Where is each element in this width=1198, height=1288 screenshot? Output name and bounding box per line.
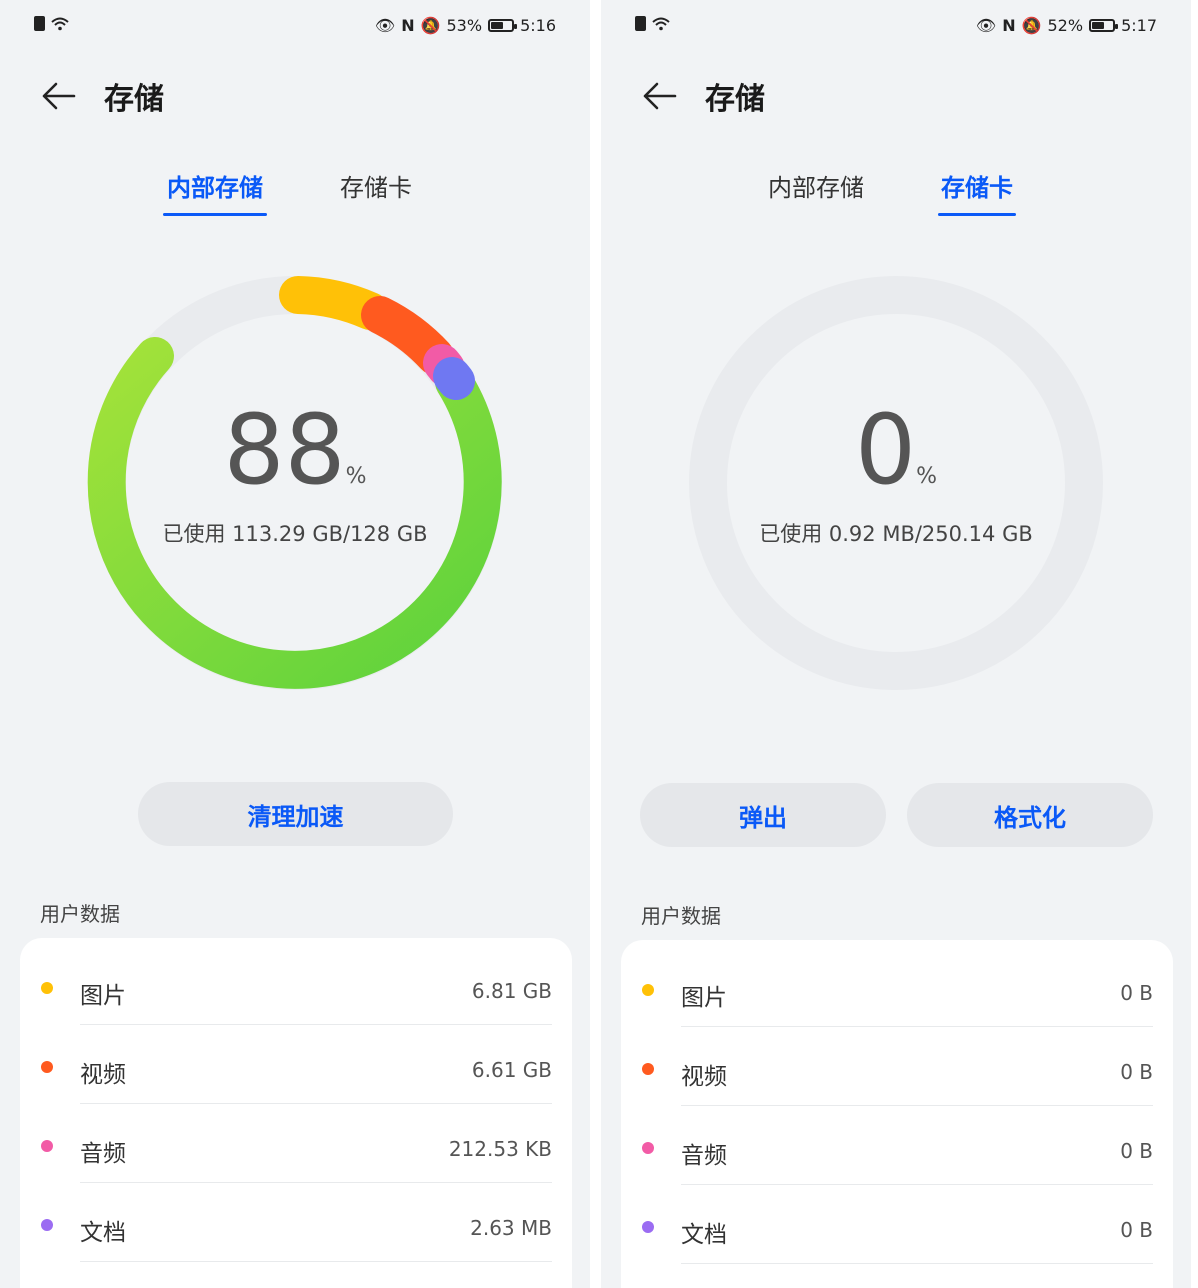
tab-label: 内部存储 [768,174,864,202]
documents-dot-icon [642,1221,654,1233]
usage-ring: 88% 已使用 113.29 GB/128 GB [80,268,510,698]
list-item-audio[interactable]: 音频 212.53 KB [20,1104,572,1183]
wifi-icon [652,17,670,30]
list-item-videos[interactable]: 视频 6.61 GB [20,1025,572,1104]
format-button[interactable]: 格式化 [907,783,1153,847]
storage-tabs: 内部存储 存储卡 [601,168,1191,218]
list-item-audio[interactable]: 音频 0 B [621,1106,1173,1185]
battery-percent: 52% [1047,16,1084,35]
screens-container: 👁 N 🔕 53% 5:16 存储 内部存储 存储卡 88% 已使用 113.2… [0,0,1198,1288]
list-item-value: 6.81 GB [471,979,552,1003]
usage-used-text: 已使用 113.29 GB/128 GB [162,522,428,546]
status-bar: 👁 N 🔕 52% 5:17 [601,14,1191,40]
audio-dot-icon [41,1140,53,1152]
tab-memory-card[interactable]: 存储卡 [938,168,1016,216]
usage-used-text: 已使用 0.92 MB/250.14 GB [759,522,1033,546]
back-button[interactable] [639,76,679,116]
ring-segment-videos [361,296,454,375]
list-item-label: 文档 [681,1222,727,1248]
tab-active-indicator [938,213,1016,216]
list-item-value: 0 B [1120,1060,1153,1084]
audio-dot-icon [642,1142,654,1154]
page-title: 存储 [705,82,765,117]
videos-dot-icon [41,1061,53,1073]
battery-icon [488,19,518,32]
internal-storage-screen: 👁 N 🔕 53% 5:16 存储 内部存储 存储卡 88% 已使用 113.2… [0,0,590,1288]
list-item-label: 图片 [681,985,727,1011]
battery-fill [491,22,503,29]
list-item-value: 0 B [1120,1218,1153,1242]
list-item-documents[interactable]: 文档 0 B [621,1185,1173,1264]
battery-fill [1092,22,1104,29]
nfc-icon: N [401,16,415,35]
battery-percent: 53% [446,16,483,35]
list-item-value: 6.61 GB [471,1058,552,1082]
tab-active-indicator [163,213,267,216]
usage-percent-number: 88 [223,394,346,506]
tab-label: 内部存储 [167,174,263,202]
list-item-value: 0 B [1120,981,1153,1005]
section-label-user-data: 用户数据 [641,904,721,928]
user-data-list: 图片 6.81 GB 视频 6.61 GB 音频 212.53 KB 文档 2.… [20,938,572,1288]
storage-tabs: 内部存储 存储卡 [0,168,590,218]
battery-icon [1089,19,1119,32]
list-item-value: 212.53 KB [448,1137,552,1161]
tab-label: 存储卡 [941,174,1013,202]
usage-percent: 88% [80,400,510,500]
list-item-value: 2.63 MB [470,1216,552,1240]
tab-memory-card[interactable]: 存储卡 [337,168,415,203]
list-item-label: 文档 [80,1220,126,1246]
images-dot-icon [41,982,53,994]
back-arrow-icon [42,82,76,110]
eject-button[interactable]: 弹出 [640,783,886,847]
images-dot-icon [642,984,654,996]
videos-dot-icon [642,1063,654,1075]
list-item-documents[interactable]: 文档 2.63 MB [20,1183,572,1262]
ring-segment-images [279,276,389,330]
list-item-label: 视频 [80,1062,126,1088]
row-divider [80,1261,552,1262]
clean-up-button[interactable]: 清理加速 [138,782,453,846]
list-item-label: 音频 [681,1143,727,1169]
section-label-user-data: 用户数据 [40,902,120,926]
eye-icon: 👁 [975,16,997,35]
wifi-icon [51,17,69,30]
memory-card-screen: 👁 N 🔕 52% 5:17 存储 内部存储 存储卡 0% 已使用 0.92 M… [601,0,1191,1288]
tab-label: 存储卡 [340,174,412,202]
usage-percent-sign: % [345,464,367,489]
documents-dot-icon [41,1219,53,1231]
back-button[interactable] [38,76,78,116]
eye-icon: 👁 [374,16,396,35]
mute-icon: 🔕 [420,16,441,35]
status-bar: 👁 N 🔕 53% 5:16 [0,14,590,40]
status-time: 5:16 [520,16,556,35]
list-item-label: 视频 [681,1064,727,1090]
ring-segment-documents [433,357,475,400]
tab-internal-storage[interactable]: 内部存储 [764,168,868,203]
sim-icon [635,16,646,31]
list-item-images[interactable]: 图片 6.81 GB [20,946,572,1025]
page-header: 存储 [639,70,765,122]
list-item-label: 图片 [80,983,126,1009]
nfc-icon: N [1002,16,1016,35]
usage-percent-number: 0 [855,394,917,506]
sim-icon [34,16,45,31]
status-time: 5:17 [1121,16,1157,35]
list-item-images[interactable]: 图片 0 B [621,948,1173,1027]
user-data-list: 图片 0 B 视频 0 B 音频 0 B 文档 0 B [621,940,1173,1288]
list-item-label: 音频 [80,1141,126,1167]
usage-percent-sign: % [916,464,937,489]
row-divider [681,1263,1153,1264]
mute-icon: 🔕 [1021,16,1042,35]
page-title: 存储 [104,82,164,117]
tab-internal-storage[interactable]: 内部存储 [163,168,267,216]
list-item-videos[interactable]: 视频 0 B [621,1027,1173,1106]
usage-ring: 0% 已使用 0.92 MB/250.14 GB [681,268,1111,698]
list-item-value: 0 B [1120,1139,1153,1163]
usage-percent: 0% [681,400,1111,500]
back-arrow-icon [643,82,677,110]
page-header: 存储 [38,70,164,122]
